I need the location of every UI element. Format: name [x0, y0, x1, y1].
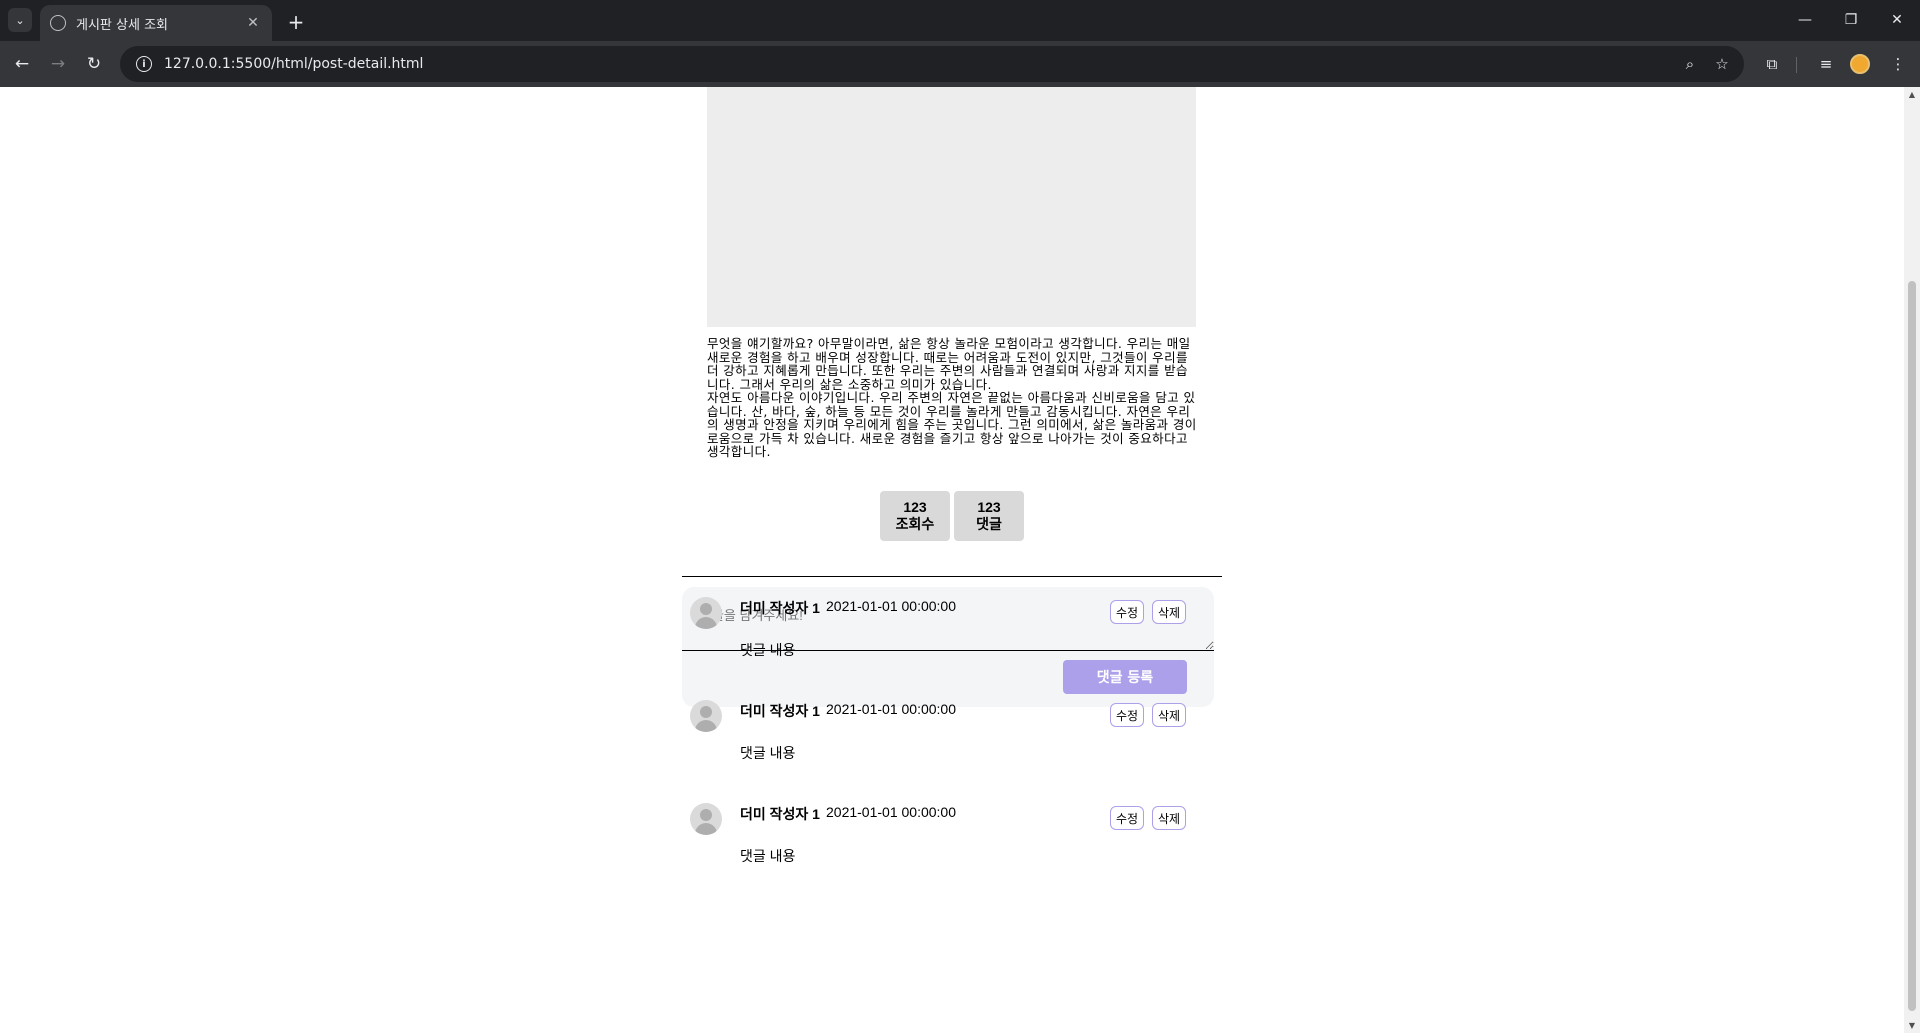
reload-icon[interactable]: ↻: [80, 50, 108, 78]
comments-stat: 123 댓글: [954, 491, 1024, 541]
scrollbar-thumb[interactable]: [1908, 281, 1916, 1011]
post-stats: 123 조회수 123 댓글: [880, 491, 1024, 541]
profile-avatar-icon[interactable]: [1850, 54, 1870, 74]
delete-comment-button[interactable]: 삭제: [1152, 600, 1186, 624]
comment-item: 더미 작성자 1 2021-01-01 00:00:00 수정 삭제 댓글 내용: [690, 803, 1190, 893]
scroll-down-arrow-icon[interactable]: ▼: [1907, 1021, 1917, 1030]
menu-kebab-icon[interactable]: ⋮: [1884, 50, 1912, 78]
views-stat: 123 조회수: [880, 491, 950, 541]
scroll-up-arrow-icon[interactable]: ▲: [1907, 90, 1917, 99]
edit-comment-button[interactable]: 수정: [1110, 600, 1144, 624]
info-icon[interactable]: i: [136, 56, 152, 72]
comment-content: 댓글 내용: [740, 642, 796, 658]
views-label: 조회수: [895, 516, 935, 532]
comment-date: 2021-01-01 00:00:00: [826, 598, 956, 614]
avatar: [690, 803, 722, 835]
edit-comment-button[interactable]: 수정: [1110, 703, 1144, 727]
comment-date: 2021-01-01 00:00:00: [826, 701, 956, 717]
close-icon[interactable]: ✕: [244, 15, 262, 31]
zoom-icon[interactable]: ⌕: [1676, 50, 1704, 78]
browser-tab-active[interactable]: 게시판 상세 조회 ✕: [40, 5, 272, 41]
toolbar-separator: [1796, 57, 1797, 73]
comment-content: 댓글 내용: [740, 745, 796, 761]
post-content: 무엇을 얘기할까요? 아무말이라면, 삶은 항상 놀라운 모험이라고 생각합니다…: [707, 337, 1197, 459]
forward-arrow-icon[interactable]: →: [44, 50, 72, 78]
globe-icon: [50, 15, 66, 31]
comment-content: 댓글 내용: [740, 848, 796, 864]
comments-label: 댓글: [976, 516, 1002, 532]
url-text: 127.0.0.1:5500/html/post-detail.html: [164, 56, 424, 72]
comment-date: 2021-01-01 00:00:00: [826, 804, 956, 820]
post-paragraph: 무엇을 얘기할까요? 아무말이라면, 삶은 항상 놀라운 모험이라고 생각합니다…: [707, 336, 1191, 392]
comment-item: 더미 작성자 1 2021-01-01 00:00:00 수정 삭제 댓글 내용: [690, 700, 1190, 790]
chevron-down-icon[interactable]: ⌄: [8, 8, 32, 32]
comment-item: 더미 작성자 1 2021-01-01 00:00:00 수정 삭제 댓글 내용: [690, 597, 1190, 687]
delete-comment-button[interactable]: 삭제: [1152, 703, 1186, 727]
delete-comment-button[interactable]: 삭제: [1152, 806, 1186, 830]
new-tab-button[interactable]: +: [282, 8, 310, 36]
page-viewport: 무엇을 얘기할까요? 아무말이라면, 삶은 항상 놀라운 모험이라고 생각합니다…: [0, 87, 1904, 1033]
post-image-placeholder: [707, 87, 1196, 327]
edit-comment-button[interactable]: 수정: [1110, 806, 1144, 830]
back-arrow-icon[interactable]: ←: [8, 50, 36, 78]
minimize-icon[interactable]: —: [1782, 6, 1828, 34]
comment-author: 더미 작성자 1: [740, 703, 820, 719]
post-paragraph: 자연도 아름다운 이야기입니다. 우리 주변의 자연은 끝없는 아름다움과 신비…: [707, 390, 1197, 459]
tab-strip: ⌄ 게시판 상세 조회 ✕ + — ❐ ✕: [0, 0, 1920, 41]
comment-author: 더미 작성자 1: [740, 806, 820, 822]
close-window-icon[interactable]: ✕: [1874, 6, 1920, 34]
media-icon[interactable]: ≡: [1812, 50, 1840, 78]
restore-icon[interactable]: ❐: [1828, 6, 1874, 34]
page-scrollbar[interactable]: ▲ ▼: [1904, 87, 1920, 1033]
extensions-icon[interactable]: ⧉: [1758, 50, 1786, 78]
tab-title: 게시판 상세 조회: [76, 17, 168, 33]
section-divider: [682, 576, 1222, 577]
views-count: 123: [903, 499, 927, 515]
comments-count: 123: [977, 499, 1001, 515]
avatar: [690, 700, 722, 732]
browser-toolbar: ← → ↻ i 127.0.0.1:5500/html/post-detail.…: [0, 41, 1920, 87]
browser-chrome: ⌄ 게시판 상세 조회 ✕ + — ❐ ✕ ← → ↻ i 127.0.0.1:…: [0, 0, 1920, 87]
address-bar[interactable]: i 127.0.0.1:5500/html/post-detail.html ⌕…: [120, 46, 1744, 82]
comment-author: 더미 작성자 1: [740, 600, 820, 616]
star-icon[interactable]: ☆: [1708, 50, 1736, 78]
avatar: [690, 597, 722, 629]
